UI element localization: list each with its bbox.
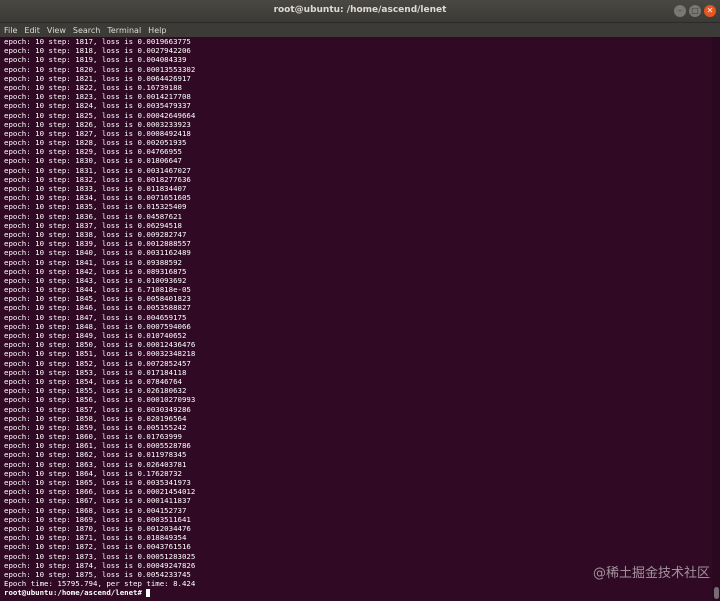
output-line: epoch: 10 step: 1830, loss is 0.01806647	[4, 156, 182, 166]
menu-view[interactable]: View	[47, 26, 66, 35]
output-line: epoch: 10 step: 1865, loss is 0.00353419…	[4, 478, 191, 487]
menu-terminal[interactable]: Terminal	[107, 26, 141, 35]
output-line: epoch: 10 step: 1840, loss is 0.00311624…	[4, 248, 191, 258]
menu-search[interactable]: Search	[73, 26, 100, 35]
output-line: epoch: 10 step: 1860, loss is 0.01763999	[4, 432, 182, 442]
output-line: epoch: 10 step: 1824, loss is 0.00354793…	[4, 101, 191, 111]
output-line: epoch: 10 step: 1836, loss is 0.04587621	[4, 211, 182, 221]
output-line: epoch: 10 step: 1817, loss is 0.00196637…	[4, 37, 191, 46]
output-line: epoch: 10 step: 1828, loss is 0.00205193…	[4, 138, 187, 148]
output-line: epoch: 10 step: 1835, loss is 0.01532540…	[4, 202, 187, 212]
output-line: epoch: 10 step: 1852, loss is 0.00728524…	[4, 358, 191, 368]
output-line: epoch: 10 step: 1827, loss is 0.00084924…	[4, 128, 191, 138]
minimize-button[interactable]: –	[674, 5, 686, 17]
menu-bar: File Edit View Search Terminal Help	[0, 23, 720, 37]
output-line: epoch: 10 step: 1854, loss is 0.07846764	[4, 376, 182, 386]
output-line: epoch: 10 step: 1870, loss is 0.00120344…	[4, 523, 191, 533]
output-line: epoch: 10 step: 1853, loss is 0.01718411…	[4, 367, 187, 377]
shell-prompt: root@ubuntu:/home/ascend/lenet#	[4, 588, 147, 598]
output-line: epoch: 10 step: 1847, loss is 0.00465917…	[4, 312, 187, 322]
output-line: epoch: 10 step: 1869, loss is 0.00035116…	[4, 514, 191, 524]
output-line: epoch: 10 step: 1857, loss is 0.00303492…	[4, 404, 191, 414]
output-line: epoch: 10 step: 1867, loss is 0.00014118…	[4, 496, 191, 506]
output-line: epoch: 10 step: 1842, loss is 0.08931687…	[4, 266, 187, 276]
output-line: epoch: 10 step: 1849, loss is 0.01074065…	[4, 331, 187, 340]
output-line: epoch: 10 step: 1826, loss is 0.00032339…	[4, 119, 191, 129]
output-line: epoch: 10 step: 1850, loss is 0.00012436…	[4, 340, 196, 350]
output-line: epoch: 10 step: 1821, loss is 0.00644269…	[4, 73, 191, 83]
maximize-button[interactable]: □	[689, 5, 701, 17]
output-line: epoch: 10 step: 1856, loss is 0.00010270…	[4, 395, 196, 405]
title-bar[interactable]: root@ubuntu: /home/ascend/lenet – □ ✕	[0, 0, 720, 23]
output-line: epoch: 10 step: 1858, loss is 0.02019656…	[4, 413, 187, 423]
watermark: @稀土掘金技术社区	[592, 566, 710, 581]
output-line: epoch: 10 step: 1872, loss is 0.00437615…	[4, 542, 191, 552]
output-line: epoch: 10 step: 1848, loss is 0.00075940…	[4, 321, 191, 331]
output-line: epoch: 10 step: 1825, loss is 0.00042649…	[4, 110, 196, 120]
window-controls: – □ ✕	[674, 5, 716, 17]
terminal-window: root@ubuntu: /home/ascend/lenet – □ ✕ Fi…	[0, 0, 720, 601]
output-line: epoch: 10 step: 1831, loss is 0.00314670…	[4, 165, 191, 175]
output-line: epoch: 10 step: 1868, loss is 0.00415273…	[4, 505, 187, 515]
menu-help[interactable]: Help	[148, 26, 166, 35]
output-line: epoch: 10 step: 1837, loss is 0.06294518	[4, 220, 182, 230]
output-line: epoch: 10 step: 1839, loss is 0.00128885…	[4, 239, 191, 249]
window-title: root@ubuntu: /home/ascend/lenet	[273, 5, 447, 15]
menu-edit[interactable]: Edit	[24, 26, 40, 35]
output-line: epoch: 10 step: 1834, loss is 0.00716516…	[4, 193, 191, 203]
output-line: epoch: 10 step: 1859, loss is 0.00515524…	[4, 422, 187, 432]
output-line: epoch: 10 step: 1845, loss is 0.00584018…	[4, 294, 191, 304]
command-line[interactable]: root@ubuntu:/home/ascend/lenet#	[4, 588, 712, 598]
output-line: epoch: 10 step: 1844, loss is 6.710818e-…	[4, 285, 191, 295]
output-line: epoch: 10 step: 1841, loss is 0.09388592	[4, 257, 182, 267]
output-line: epoch: 10 step: 1823, loss is 0.00142177…	[4, 92, 191, 102]
output-line: epoch: 10 step: 1843, loss is 0.01009369…	[4, 275, 187, 285]
output-line: epoch: 10 step: 1832, loss is 0.00182776…	[4, 174, 191, 184]
output-line: epoch: 10 step: 1819, loss is 0.00408433…	[4, 55, 187, 65]
close-button[interactable]: ✕	[704, 5, 716, 17]
output-line: epoch: 10 step: 1829, loss is 0.04766955	[4, 147, 182, 157]
output-line: epoch: 10 step: 1861, loss is 0.00055287…	[4, 441, 191, 451]
output-line: epoch: 10 step: 1818, loss is 0.00279422…	[4, 46, 191, 56]
scrollbar-thumb[interactable]	[714, 587, 719, 599]
output-line: epoch: 10 step: 1863, loss is 0.02640378…	[4, 459, 187, 469]
output-line: epoch: 10 step: 1822, loss is 0.16739188	[4, 82, 182, 92]
output-line: epoch: 10 step: 1851, loss is 0.00032348…	[4, 349, 196, 359]
scrollbar[interactable]	[712, 37, 720, 601]
output-line: epoch: 10 step: 1871, loss is 0.01884935…	[4, 533, 187, 543]
output-line: epoch: 10 step: 1833, loss is 0.01183440…	[4, 184, 187, 193]
output-line: epoch: 10 step: 1846, loss is 0.00535888…	[4, 303, 191, 313]
output-line: epoch: 10 step: 1866, loss is 0.00021454…	[4, 487, 196, 497]
output-line: epoch: 10 step: 1838, loss is 0.00928274…	[4, 229, 187, 239]
menu-file[interactable]: File	[4, 26, 17, 35]
output-line: epoch: 10 step: 1864, loss is 0.17628732	[4, 468, 182, 478]
output-line: epoch: 10 step: 1820, loss is 0.00013553…	[4, 64, 196, 74]
output-line: epoch: 10 step: 1873, loss is 0.00051283…	[4, 551, 196, 561]
text-cursor	[146, 589, 151, 598]
output-line: epoch: 10 step: 1862, loss is 0.01197834…	[4, 450, 187, 460]
output-line: epoch: 10 step: 1855, loss is 0.02618063…	[4, 386, 187, 396]
terminal-output[interactable]: epoch: 10 step: 1817, loss is 0.00196637…	[0, 37, 712, 601]
